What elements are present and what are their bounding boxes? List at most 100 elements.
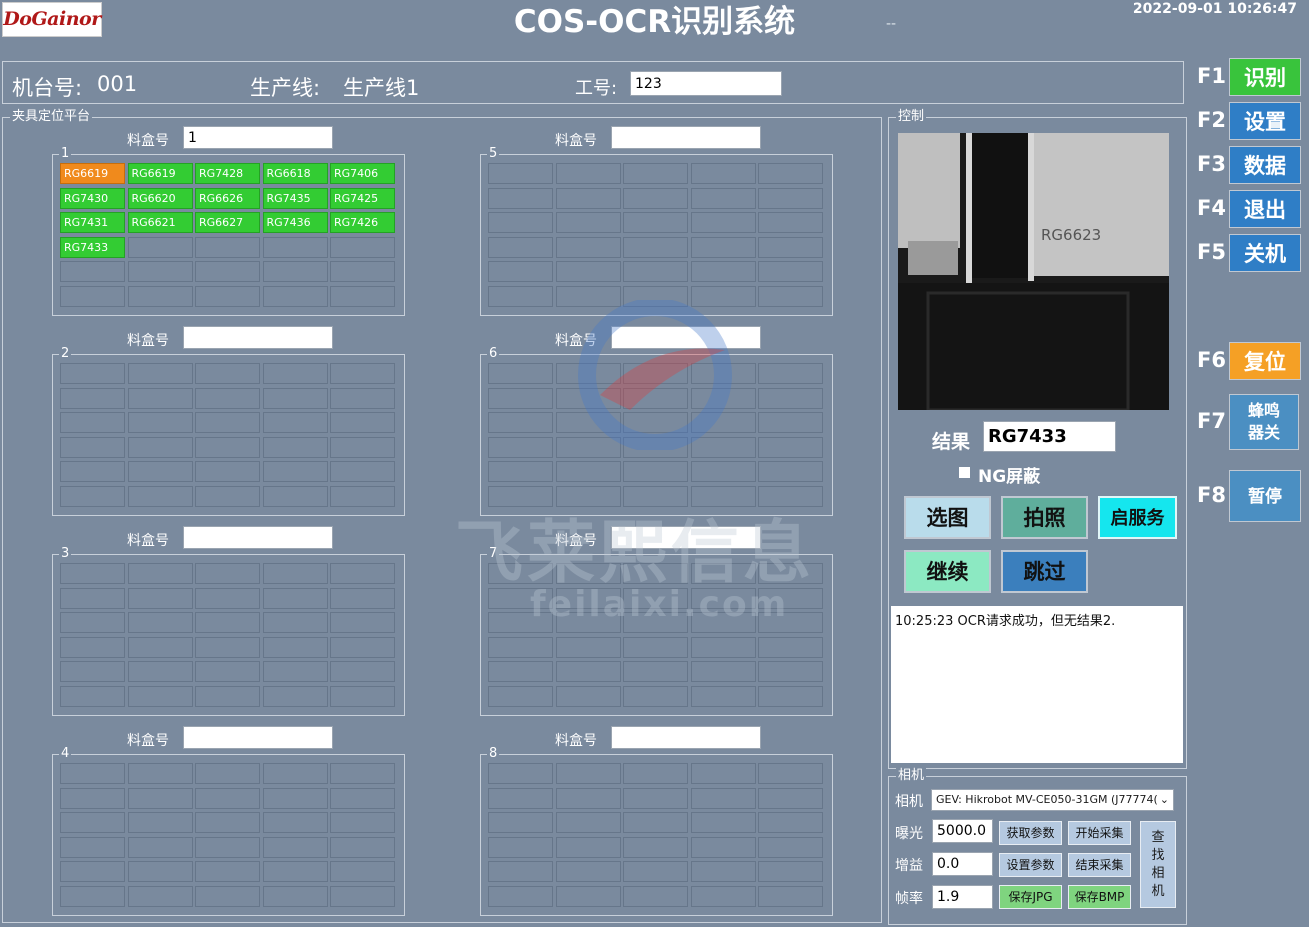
tray-slot[interactable] bbox=[623, 163, 688, 184]
tray-slot[interactable]: RG6621 bbox=[127, 212, 193, 233]
tray-slot[interactable] bbox=[60, 885, 125, 907]
fkey-button-f3[interactable]: 数据 bbox=[1229, 146, 1301, 184]
tray-slot[interactable] bbox=[330, 685, 395, 707]
tray-slot[interactable]: RG7435 bbox=[262, 187, 328, 209]
tray-slot[interactable] bbox=[330, 787, 395, 809]
tray-slot[interactable] bbox=[262, 763, 328, 784]
tray-slot[interactable] bbox=[330, 836, 395, 858]
tray-slot[interactable] bbox=[330, 861, 395, 882]
tray-slot[interactable] bbox=[488, 812, 553, 833]
tray-slot[interactable] bbox=[330, 661, 395, 682]
save-bmp-button[interactable]: 保存BMP bbox=[1068, 885, 1131, 909]
save-jpg-button[interactable]: 保存JPG bbox=[999, 885, 1062, 909]
tray-slot[interactable] bbox=[623, 212, 688, 233]
box-number-input-8[interactable] bbox=[611, 726, 761, 749]
tray-slot[interactable] bbox=[195, 485, 260, 507]
tray-slot[interactable] bbox=[195, 763, 260, 784]
tray-slot[interactable] bbox=[60, 485, 125, 507]
tray-slot[interactable] bbox=[330, 812, 395, 833]
tray-slot[interactable] bbox=[262, 661, 328, 682]
tray-slot[interactable] bbox=[623, 187, 688, 209]
tray-slot[interactable] bbox=[195, 836, 260, 858]
tray-slot[interactable] bbox=[60, 261, 125, 282]
tray-slot[interactable] bbox=[262, 636, 328, 658]
tray-slot[interactable] bbox=[262, 261, 328, 282]
tray-slot[interactable] bbox=[127, 563, 193, 584]
tray-slot[interactable] bbox=[127, 387, 193, 409]
tray-slot[interactable] bbox=[555, 636, 621, 658]
tray-slot[interactable] bbox=[60, 661, 125, 682]
tray-slot[interactable] bbox=[262, 285, 328, 307]
box-number-input-2[interactable] bbox=[183, 326, 333, 349]
tray-slot[interactable] bbox=[758, 212, 823, 233]
tray-slot[interactable] bbox=[127, 587, 193, 609]
tray-slot[interactable]: RG6626 bbox=[195, 187, 260, 209]
tray-slot[interactable]: RG7406 bbox=[330, 163, 395, 184]
tray-slot[interactable] bbox=[262, 587, 328, 609]
tray-slot[interactable] bbox=[127, 363, 193, 384]
tray-slot[interactable] bbox=[262, 563, 328, 584]
tray-slot[interactable] bbox=[60, 461, 125, 482]
end-capture-button[interactable]: 结束采集 bbox=[1068, 853, 1131, 877]
camera-select[interactable]: GEV: Hikrobot MV-CE050-31GM (J77774( ⌄ bbox=[931, 789, 1174, 811]
tray-slot[interactable] bbox=[127, 236, 193, 258]
tray-slot[interactable] bbox=[262, 885, 328, 907]
tray-slot[interactable] bbox=[758, 812, 823, 833]
tray-slot[interactable] bbox=[690, 212, 756, 233]
tray-slot[interactable]: RG7436 bbox=[262, 212, 328, 233]
tray-slot[interactable] bbox=[758, 787, 823, 809]
tray-slot[interactable] bbox=[488, 861, 553, 882]
tray-slot[interactable] bbox=[758, 163, 823, 184]
tray-slot[interactable] bbox=[690, 787, 756, 809]
tray-slot[interactable] bbox=[195, 661, 260, 682]
tray-slot[interactable] bbox=[127, 636, 193, 658]
tray-slot[interactable]: RG6620 bbox=[127, 187, 193, 209]
gain-input[interactable] bbox=[932, 852, 993, 876]
tray-slot[interactable] bbox=[195, 387, 260, 409]
set-params-button[interactable]: 设置参数 bbox=[999, 853, 1062, 877]
tray-slot[interactable] bbox=[690, 187, 756, 209]
tray-slot[interactable] bbox=[555, 787, 621, 809]
tray-slot[interactable] bbox=[555, 187, 621, 209]
tray-slot[interactable] bbox=[262, 412, 328, 433]
tray-slot[interactable]: RG7431 bbox=[60, 212, 125, 233]
tray-slot[interactable] bbox=[262, 836, 328, 858]
fkey-button-f6[interactable]: 复位 bbox=[1229, 342, 1301, 380]
tray-slot[interactable] bbox=[195, 461, 260, 482]
tray-slot[interactable] bbox=[690, 461, 756, 482]
tray-slot[interactable] bbox=[758, 387, 823, 409]
tray-slot[interactable]: RG6619 bbox=[60, 163, 125, 184]
start-capture-button[interactable]: 开始采集 bbox=[1068, 821, 1131, 845]
tray-slot[interactable] bbox=[195, 261, 260, 282]
tray-slot[interactable] bbox=[262, 461, 328, 482]
tray-slot[interactable] bbox=[690, 763, 756, 784]
tray-slot[interactable] bbox=[690, 885, 756, 907]
tray-slot[interactable]: RG6619 bbox=[127, 163, 193, 184]
tray-slot[interactable] bbox=[195, 236, 260, 258]
tray-slot[interactable] bbox=[488, 787, 553, 809]
tray-slot[interactable] bbox=[262, 436, 328, 458]
tray-slot[interactable]: RG7425 bbox=[330, 187, 395, 209]
tray-slot[interactable] bbox=[60, 861, 125, 882]
box-number-input-3[interactable] bbox=[183, 526, 333, 549]
tray-slot[interactable] bbox=[330, 763, 395, 784]
tray-slot[interactable] bbox=[690, 812, 756, 833]
tray-slot[interactable] bbox=[758, 861, 823, 882]
tray-slot[interactable] bbox=[758, 363, 823, 384]
tray-slot[interactable] bbox=[623, 763, 688, 784]
tray-slot[interactable] bbox=[758, 636, 823, 658]
tray-slot[interactable] bbox=[758, 412, 823, 433]
tray-slot[interactable] bbox=[488, 885, 553, 907]
tray-slot[interactable] bbox=[488, 261, 553, 282]
tray-slot[interactable] bbox=[488, 763, 553, 784]
tray-slot[interactable] bbox=[60, 587, 125, 609]
box-number-input-5[interactable] bbox=[611, 126, 761, 149]
tray-slot[interactable] bbox=[555, 685, 621, 707]
tray-slot[interactable] bbox=[555, 861, 621, 882]
tray-slot[interactable] bbox=[60, 285, 125, 307]
tray-slot[interactable] bbox=[555, 763, 621, 784]
tray-slot[interactable] bbox=[488, 187, 553, 209]
tray-slot[interactable] bbox=[127, 461, 193, 482]
tray-slot[interactable] bbox=[488, 212, 553, 233]
tray-slot[interactable] bbox=[262, 387, 328, 409]
